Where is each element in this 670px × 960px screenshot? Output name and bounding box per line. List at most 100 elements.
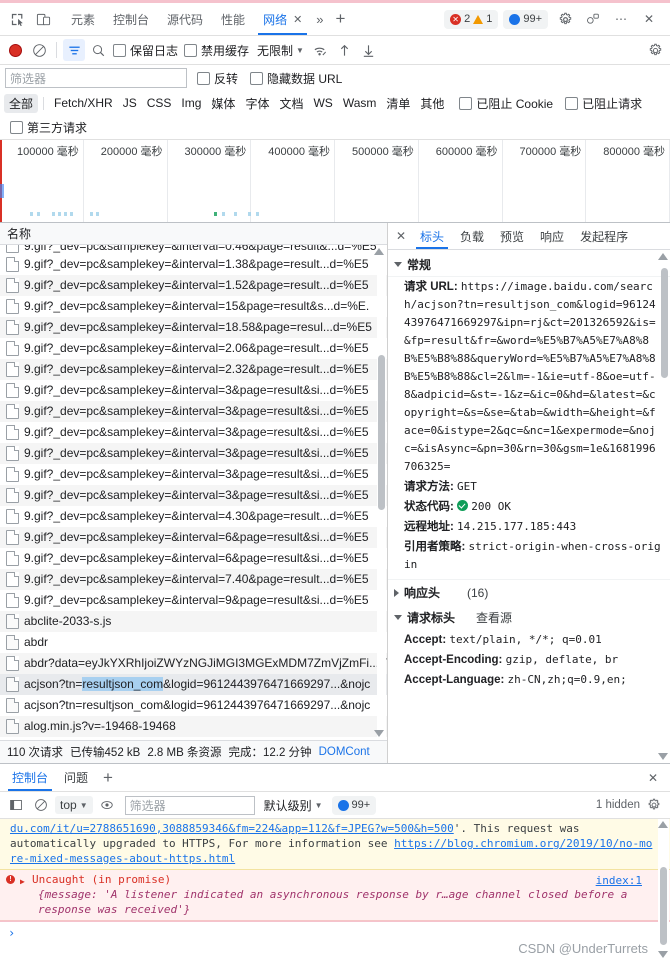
tab-payload[interactable]: 负载 (452, 223, 492, 249)
request-list-scrollbar[interactable] (374, 245, 386, 740)
info-badge[interactable]: 99+ (503, 9, 548, 29)
tab-initiator[interactable]: 发起程序 (572, 223, 636, 249)
tab-sources[interactable]: 源代码 (158, 3, 212, 35)
tab-preview[interactable]: 预览 (492, 223, 532, 249)
execution-context-select[interactable]: top ▼ (55, 796, 93, 814)
filter-toggle-button[interactable] (63, 39, 85, 61)
tab-console[interactable]: 控制台 (104, 3, 158, 35)
throttling-select[interactable]: 无限制 ▼ (253, 42, 308, 59)
scroll-down-icon[interactable] (658, 753, 668, 760)
table-row[interactable]: 9.gif?_dev=pc&samplekey=&interval=3&page… (0, 401, 387, 422)
table-row[interactable]: 9.gif?_dev=pc&samplekey=&interval=9&page… (0, 590, 387, 611)
type-chip-js[interactable]: JS (118, 95, 142, 111)
details-scrollbar[interactable] (658, 252, 669, 761)
type-chip-img[interactable]: Img (176, 95, 206, 111)
close-icon[interactable]: ✕ (293, 13, 302, 26)
table-row[interactable]: 9.gif?_dev=pc&samplekey=&interval=2.32&p… (0, 359, 387, 380)
disable-cache-checkbox[interactable]: 禁用缓存 (182, 42, 251, 59)
tab-console-drawer[interactable]: 控制台 (4, 764, 56, 791)
type-chip-media[interactable]: 媒体 (206, 94, 240, 113)
type-chip-all[interactable]: 全部 (4, 93, 39, 113)
scroll-up-icon[interactable] (658, 253, 668, 260)
tab-headers[interactable]: 标头 (412, 223, 452, 249)
device-toolbar-icon[interactable] (30, 6, 56, 32)
section-general[interactable]: 常规 (388, 253, 670, 277)
scrollbar-thumb[interactable] (378, 355, 385, 510)
network-settings-gear-icon[interactable] (644, 39, 666, 61)
scroll-down-icon[interactable] (658, 951, 668, 958)
section-response-headers[interactable]: 响应头 (16) (388, 579, 670, 605)
table-row-selected[interactable]: acjson?tn=resultjson_com&logid=961244397… (0, 674, 387, 695)
scroll-up-icon[interactable] (374, 248, 384, 255)
network-overview-timeline[interactable]: 100000 毫秒 200000 毫秒 300000 毫秒 400000 毫秒 … (0, 139, 670, 223)
add-tab-button[interactable]: + (329, 9, 353, 29)
console-sidebar-icon[interactable] (5, 794, 27, 816)
console-settings-gear-icon[interactable] (643, 794, 665, 816)
add-drawer-tab-button[interactable]: + (96, 768, 120, 788)
table-row[interactable]: 9.gif?_dev=pc&samplekey=&interval=18.58&… (0, 317, 387, 338)
scrollbar-thumb[interactable] (661, 268, 668, 378)
tab-response[interactable]: 响应 (532, 223, 572, 249)
customize-icon[interactable] (580, 6, 606, 32)
tab-performance[interactable]: 性能 (212, 3, 254, 35)
request-rows[interactable]: 9.gif?_dev=pc&samplekey=&interval=0.46&p… (0, 245, 387, 740)
console-scrollbar[interactable] (658, 819, 669, 960)
clear-console-icon[interactable] (30, 794, 52, 816)
console-info-badge[interactable]: 99+ (331, 795, 377, 815)
table-row[interactable]: 9.gif?_dev=pc&samplekey=&interval=3&page… (0, 443, 387, 464)
table-row[interactable]: 9.gif?_dev=pc&samplekey=&interval=1.38&p… (0, 254, 387, 275)
close-details-icon[interactable]: ✕ (390, 229, 412, 243)
third-party-checkbox[interactable]: 第三方请求 (8, 119, 89, 136)
error-warning-badge[interactable]: ✕ 2 1 (444, 9, 499, 29)
details-body[interactable]: 常规 请求 URL: https://image.baidu.com/searc… (388, 250, 670, 763)
table-row[interactable]: 9.gif?_dev=pc&samplekey=&interval=7.40&p… (0, 569, 387, 590)
type-chip-wasm[interactable]: Wasm (338, 95, 382, 111)
close-drawer-icon[interactable]: ✕ (640, 765, 666, 791)
more-tabs-icon[interactable]: » (311, 12, 328, 27)
console-message-error[interactable]: ! ▶ Uncaught (in promise) {message: 'A l… (0, 870, 670, 921)
table-row[interactable]: abdr?data=eyJkYXRhIjoiZWYzNGJiMGI3MGExMD… (0, 653, 387, 674)
table-row[interactable]: 9.gif?_dev=pc&samplekey=&interval=3&page… (0, 464, 387, 485)
network-conditions-icon[interactable] (310, 39, 332, 61)
table-row[interactable]: acjson?tn=resultjson_com&logid=961244397… (0, 695, 387, 716)
mixed-content-url-link[interactable]: du.com/it/u=2788651690,3088859346&fm=224… (10, 822, 454, 835)
scroll-up-icon[interactable] (658, 821, 668, 828)
clear-button[interactable] (28, 39, 50, 61)
expand-arrow-icon[interactable]: ▶ (20, 874, 25, 889)
blocked-cookies-checkbox[interactable]: 已阻止 Cookie (457, 95, 555, 112)
error-source-link[interactable]: index:1 (596, 873, 642, 888)
console-filter-input[interactable]: 筛选器 (124, 795, 255, 815)
type-chip-font[interactable]: 字体 (240, 94, 274, 113)
type-chip-fetch-xhr[interactable]: Fetch/XHR (49, 95, 118, 111)
type-chip-ws[interactable]: WS (308, 95, 337, 111)
table-row[interactable]: abdr (0, 632, 387, 653)
live-expression-icon[interactable] (96, 794, 118, 816)
export-har-icon[interactable] (358, 39, 380, 61)
filter-input[interactable]: 筛选器 (5, 68, 187, 88)
scroll-down-icon[interactable] (374, 730, 384, 737)
tab-issues-drawer[interactable]: 问题 (56, 764, 96, 791)
console-message-warning[interactable]: du.com/it/u=2788651690,3088859346&fm=224… (0, 819, 670, 870)
type-chip-doc[interactable]: 文档 (274, 94, 308, 113)
tab-network[interactable]: 网络 ✕ (254, 3, 311, 35)
gear-icon[interactable] (552, 6, 578, 32)
table-row[interactable]: 9.gif?_dev=pc&samplekey=&interval=1.52&p… (0, 275, 387, 296)
close-devtools-icon[interactable]: ✕ (636, 6, 662, 32)
search-icon[interactable] (87, 39, 109, 61)
hide-data-urls-checkbox[interactable]: 隐藏数据 URL (248, 70, 344, 87)
blocked-requests-checkbox[interactable]: 已阻止请求 (563, 95, 644, 112)
scrollbar-thumb[interactable] (660, 867, 667, 945)
console-messages[interactable]: du.com/it/u=2788651690,3088859346&fm=224… (0, 819, 670, 960)
table-row[interactable]: 9.gif?_dev=pc&samplekey=&interval=15&pag… (0, 296, 387, 317)
table-row[interactable]: 9.gif?_dev=pc&samplekey=&interval=3&page… (0, 380, 387, 401)
preserve-log-checkbox[interactable]: 保留日志 (111, 42, 180, 59)
table-row[interactable]: 9.gif?_dev=pc&samplekey=&interval=4.30&p… (0, 506, 387, 527)
tab-elements[interactable]: 元素 (62, 3, 104, 35)
type-chip-css[interactable]: CSS (142, 95, 177, 111)
table-row[interactable]: 9.gif?_dev=pc&samplekey=&interval=6&page… (0, 527, 387, 548)
type-chip-manifest[interactable]: 清单 (381, 94, 415, 113)
more-options-icon[interactable]: ⋯ (608, 6, 634, 32)
type-chip-other[interactable]: 其他 (415, 94, 449, 113)
table-row[interactable]: alog.min.js?v=-19468-19468 (0, 716, 387, 737)
log-level-select[interactable]: 默认级别 ▼ (264, 797, 323, 814)
